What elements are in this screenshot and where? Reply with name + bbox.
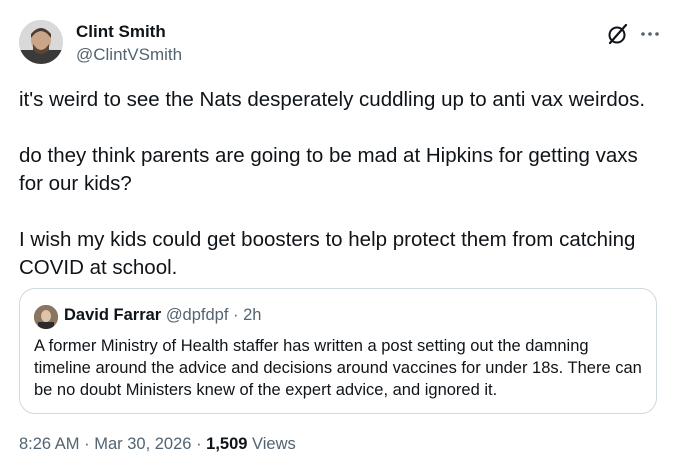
separator-dot: · bbox=[84, 435, 90, 453]
author-avatar[interactable] bbox=[19, 20, 63, 64]
tweet-text: it's weird to see the Nats desperately c… bbox=[19, 86, 659, 282]
quoted-time: 2h bbox=[243, 306, 262, 324]
tweet-paragraph: do they think parents are going to be ma… bbox=[19, 144, 638, 195]
tweet: Clint Smith @ClintVSmith it's weird to s… bbox=[0, 0, 679, 473]
grok-icon[interactable] bbox=[606, 22, 630, 46]
author-name[interactable]: Clint Smith bbox=[76, 22, 166, 42]
author-handle[interactable]: @ClintVSmith bbox=[76, 45, 182, 65]
separator-dot: · bbox=[233, 306, 239, 324]
quoted-author-handle: @dpfdpf bbox=[165, 306, 229, 324]
more-icon[interactable] bbox=[638, 22, 662, 46]
tweet-time[interactable]: 8:26 AM bbox=[19, 435, 80, 453]
separator-dot: · bbox=[196, 435, 202, 453]
quoted-author-avatar bbox=[34, 305, 58, 329]
quoted-text: A former Ministry of Health staffer has … bbox=[34, 337, 642, 399]
tweet-meta: 8:26 AM · Mar 30, 2026 · 1,509 Views bbox=[19, 435, 296, 454]
tweet-paragraph: it's weird to see the Nats desperately c… bbox=[19, 88, 646, 111]
quoted-header: David Farrar @dpfdpf · 2h bbox=[64, 306, 261, 325]
views-label: Views bbox=[252, 435, 296, 453]
quoted-author-name: David Farrar bbox=[64, 306, 162, 324]
tweet-date[interactable]: Mar 30, 2026 bbox=[94, 435, 191, 453]
tweet-paragraph: I wish my kids could get boosters to hel… bbox=[19, 228, 636, 279]
quoted-tweet[interactable]: David Farrar @dpfdpf · 2h A former Minis… bbox=[19, 288, 657, 414]
views-count: 1,509 bbox=[206, 435, 248, 453]
